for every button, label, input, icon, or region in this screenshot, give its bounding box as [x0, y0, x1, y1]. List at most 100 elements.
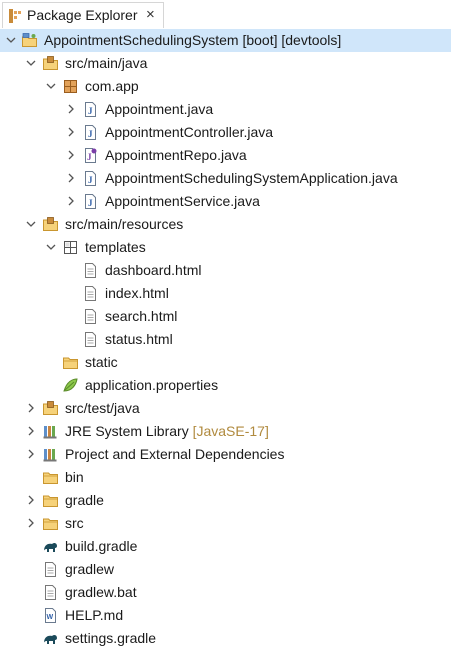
- jre-label: JRE System Library: [65, 423, 189, 439]
- tree-item-label: gradlew.bat: [65, 584, 137, 600]
- tree-item-src[interactable]: src: [0, 512, 451, 535]
- tree-item-settings-gradle[interactable]: settings.gradle: [0, 627, 451, 650]
- file-icon: [82, 308, 99, 325]
- tab-title: Package Explorer: [27, 7, 138, 23]
- java-class-icon: [82, 170, 99, 187]
- chevron-right-icon[interactable]: [64, 148, 78, 162]
- chevron-down-icon[interactable]: [4, 33, 18, 47]
- chevron-down-icon[interactable]: [44, 240, 58, 254]
- tree-item-label: src: [65, 515, 84, 531]
- tree-item-label: settings.gradle: [65, 630, 157, 646]
- file-icon: [82, 331, 99, 348]
- chevron-down-icon[interactable]: [24, 56, 38, 70]
- tree-item-label: JRE System Library [JavaSE-17]: [65, 423, 269, 440]
- tab-package-explorer[interactable]: Package Explorer ×: [2, 2, 164, 28]
- tree-item-label: com.app: [85, 78, 139, 94]
- tree-item-label: static: [85, 354, 118, 370]
- chevron-right-icon[interactable]: [64, 125, 78, 139]
- tree-item-label: gradle: [65, 492, 104, 508]
- tree-item-java-file[interactable]: AppointmentController.java: [0, 121, 451, 144]
- source-folder-icon: [42, 216, 59, 233]
- tree-item-src-main-resources[interactable]: src/main/resources: [0, 213, 451, 236]
- tree-item-html-file[interactable]: index.html: [0, 282, 451, 305]
- tree-item-label: Project and External Dependencies: [65, 446, 285, 462]
- tree-item-html-file[interactable]: dashboard.html: [0, 259, 451, 282]
- tree-item-label: Appointment.java: [105, 101, 214, 117]
- tree-item-label: templates: [85, 239, 146, 255]
- tree-item-java-file[interactable]: AppointmentRepo.java: [0, 144, 451, 167]
- tree-item-java-file[interactable]: AppointmentService.java: [0, 190, 451, 213]
- gradle-icon: [42, 538, 59, 555]
- chevron-right-icon[interactable]: [24, 516, 38, 530]
- tree-item-label: AppointmentController.java: [105, 124, 274, 140]
- tree-item-build-gradle[interactable]: build.gradle: [0, 535, 451, 558]
- tree-item-label: build.gradle: [65, 538, 138, 554]
- tree-item-application-properties[interactable]: application.properties: [0, 374, 451, 397]
- java-class-icon: [82, 101, 99, 118]
- library-icon: [42, 446, 59, 463]
- tree-item-label: gradlew: [65, 561, 115, 577]
- tree-item-gradlew[interactable]: gradlew: [0, 558, 451, 581]
- folder-icon: [42, 469, 59, 486]
- tree-item-label: bin: [65, 469, 84, 485]
- jre-version-decoration: [JavaSE-17]: [192, 423, 269, 439]
- file-icon: [82, 285, 99, 302]
- chevron-down-icon[interactable]: [24, 217, 38, 231]
- source-folder-icon: [42, 55, 59, 72]
- tree-item-label: src/test/java: [65, 400, 140, 416]
- tree-item-com-app[interactable]: com.app: [0, 75, 451, 98]
- tree-item-label: index.html: [105, 285, 169, 301]
- tree-item-java-file[interactable]: Appointment.java: [0, 98, 451, 121]
- tree-item-java-file[interactable]: AppointmentSchedulingSystemApplication.j…: [0, 167, 451, 190]
- tree-item-label: AppointmentService.java: [105, 193, 260, 209]
- tree-item-label: application.properties: [85, 377, 219, 393]
- tree-item-label: HELP.md: [65, 607, 124, 623]
- tree-item-label: AppointmentSchedulingSystem [boot] [devt…: [44, 32, 342, 48]
- project-icon: [21, 32, 38, 49]
- tree-item-src-test-java[interactable]: src/test/java: [0, 397, 451, 420]
- view-tab-bar: Package Explorer ×: [0, 0, 451, 30]
- tree-item-templates[interactable]: templates: [0, 236, 451, 259]
- java-class-icon: [82, 124, 99, 141]
- tree-item-static[interactable]: static: [0, 351, 451, 374]
- close-icon[interactable]: ×: [146, 7, 155, 23]
- tree-item-html-file[interactable]: search.html: [0, 305, 451, 328]
- tree-item-dependencies[interactable]: Project and External Dependencies: [0, 443, 451, 466]
- properties-file-icon: [62, 377, 79, 394]
- tree-item-gradle[interactable]: gradle: [0, 489, 451, 512]
- tree-item-bin[interactable]: bin: [0, 466, 451, 489]
- tree-item-label: src/main/java: [65, 55, 148, 71]
- markdown-file-icon: [42, 607, 59, 624]
- tree-item-label: dashboard.html: [105, 262, 202, 278]
- java-interface-icon: [82, 147, 99, 164]
- chevron-right-icon[interactable]: [64, 194, 78, 208]
- file-icon: [42, 561, 59, 578]
- folder-icon: [42, 515, 59, 532]
- tree-item-label: status.html: [105, 331, 173, 347]
- tree-item-help-md[interactable]: HELP.md: [0, 604, 451, 627]
- package-icon: [62, 78, 79, 95]
- file-icon: [82, 262, 99, 279]
- folder-icon: [62, 354, 79, 371]
- tree-item-project[interactable]: AppointmentSchedulingSystem [boot] [devt…: [0, 29, 451, 52]
- chevron-right-icon[interactable]: [64, 171, 78, 185]
- chevron-right-icon[interactable]: [24, 447, 38, 461]
- chevron-right-icon[interactable]: [64, 102, 78, 116]
- tree-item-gradlew-bat[interactable]: gradlew.bat: [0, 581, 451, 604]
- chevron-right-icon[interactable]: [24, 493, 38, 507]
- chevron-right-icon[interactable]: [24, 424, 38, 438]
- library-icon: [42, 423, 59, 440]
- tree-item-jre-library[interactable]: JRE System Library [JavaSE-17]: [0, 420, 451, 443]
- tree-item-label: AppointmentSchedulingSystemApplication.j…: [105, 170, 398, 186]
- tree-item-label: AppointmentRepo.java: [105, 147, 247, 163]
- tree-item-label: src/main/resources: [65, 216, 184, 232]
- chevron-down-icon[interactable]: [44, 79, 58, 93]
- tree-item-src-main-java[interactable]: src/main/java: [0, 52, 451, 75]
- java-class-icon: [82, 193, 99, 210]
- source-folder-icon: [42, 400, 59, 417]
- chevron-right-icon[interactable]: [24, 401, 38, 415]
- gradle-icon: [42, 630, 59, 647]
- tree-item-html-file[interactable]: status.html: [0, 328, 451, 351]
- folder-icon: [42, 492, 59, 509]
- file-icon: [42, 584, 59, 601]
